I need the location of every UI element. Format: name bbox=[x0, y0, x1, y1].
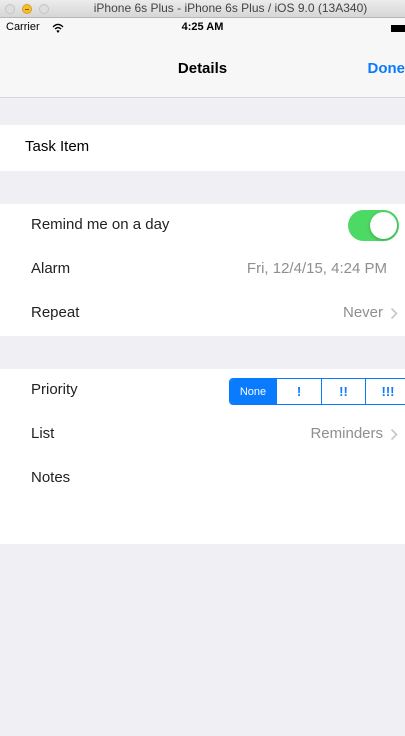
priority-segmented-control: None ! !! !!! bbox=[229, 378, 405, 405]
chevron-right-icon bbox=[390, 428, 398, 441]
priority-row: Priority None ! !! !!! bbox=[0, 369, 405, 413]
chevron-right-icon bbox=[390, 307, 398, 320]
simulator-title-bar: iPhone 6s Plus - iPhone 6s Plus / iOS 9.… bbox=[0, 0, 405, 18]
nav-title: Details bbox=[177, 60, 228, 77]
alarm-label: Alarm bbox=[31, 260, 71, 277]
list-row[interactable]: List Reminders bbox=[0, 413, 405, 457]
task-title-field[interactable]: Task Item bbox=[25, 138, 89, 155]
task-title-row[interactable]: Task Item bbox=[0, 125, 405, 171]
reminder-section: Remind me on a day Alarm Fri, 12/4/15, 4… bbox=[0, 204, 405, 336]
window-close-button[interactable] bbox=[5, 4, 15, 14]
list-value: Reminders bbox=[310, 425, 383, 442]
battery-icon bbox=[391, 25, 405, 32]
status-time: 4:25 AM bbox=[181, 21, 224, 33]
window-zoom-button[interactable] bbox=[39, 4, 49, 14]
repeat-row[interactable]: Repeat Never bbox=[0, 292, 405, 336]
priority-segment-low[interactable]: ! bbox=[277, 379, 322, 404]
task-title-section: Task Item bbox=[0, 125, 405, 171]
navigation-bar: Details Done bbox=[0, 40, 405, 98]
repeat-label: Repeat bbox=[31, 304, 80, 321]
remind-label: Remind me on a day bbox=[31, 216, 170, 233]
list-label: List bbox=[31, 425, 55, 442]
priority-segment-medium[interactable]: !! bbox=[322, 379, 366, 404]
priority-label: Priority bbox=[31, 381, 78, 398]
details-section: Priority None ! !! !!! List Reminders No… bbox=[0, 369, 405, 544]
toggle-knob bbox=[370, 212, 397, 239]
alarm-row[interactable]: Alarm Fri, 12/4/15, 4:24 PM bbox=[0, 248, 405, 292]
repeat-value: Never bbox=[342, 304, 383, 321]
remind-toggle[interactable] bbox=[348, 210, 399, 241]
priority-segment-high[interactable]: !!! bbox=[366, 379, 405, 404]
priority-segment-none[interactable]: None bbox=[230, 379, 277, 404]
notes-row[interactable]: Notes bbox=[0, 457, 405, 544]
alarm-value: Fri, 12/4/15, 4:24 PM bbox=[246, 260, 387, 277]
done-button[interactable]: Done bbox=[368, 60, 405, 77]
remind-row: Remind me on a day bbox=[0, 204, 405, 248]
simulator-title: iPhone 6s Plus - iPhone 6s Plus / iOS 9.… bbox=[93, 1, 368, 15]
window-minimize-button[interactable] bbox=[22, 4, 32, 14]
status-bar: Carrier 4:25 AM bbox=[0, 18, 405, 40]
simulator-screen: iPhone 6s Plus - iPhone 6s Plus / iOS 9.… bbox=[0, 0, 405, 736]
notes-field[interactable]: Notes bbox=[31, 469, 70, 486]
